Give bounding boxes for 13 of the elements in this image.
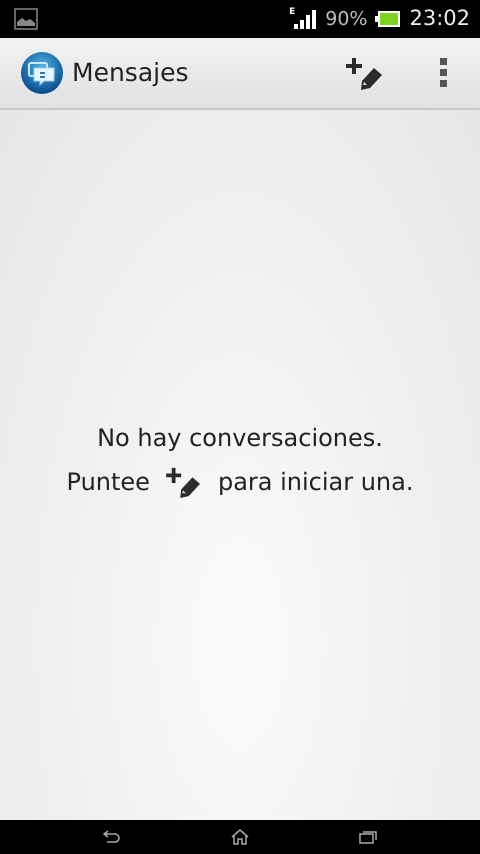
battery-icon xyxy=(375,10,402,28)
more-options-icon xyxy=(440,58,448,88)
hint-text: Puntee xyxy=(66,467,150,498)
battery-percent: 90% xyxy=(325,6,368,32)
compose-icon xyxy=(166,466,202,498)
clock: 23:02 xyxy=(409,5,470,32)
network-type-label: E xyxy=(289,8,296,18)
signal-icon xyxy=(293,8,318,30)
picture-notification-icon xyxy=(14,8,38,30)
empty-message: No hay conversaciones. xyxy=(97,423,383,454)
app-logo-icon[interactable] xyxy=(20,51,64,95)
hint-text: para iniciar una. xyxy=(218,467,414,498)
app-title: Mensajes xyxy=(72,57,188,90)
